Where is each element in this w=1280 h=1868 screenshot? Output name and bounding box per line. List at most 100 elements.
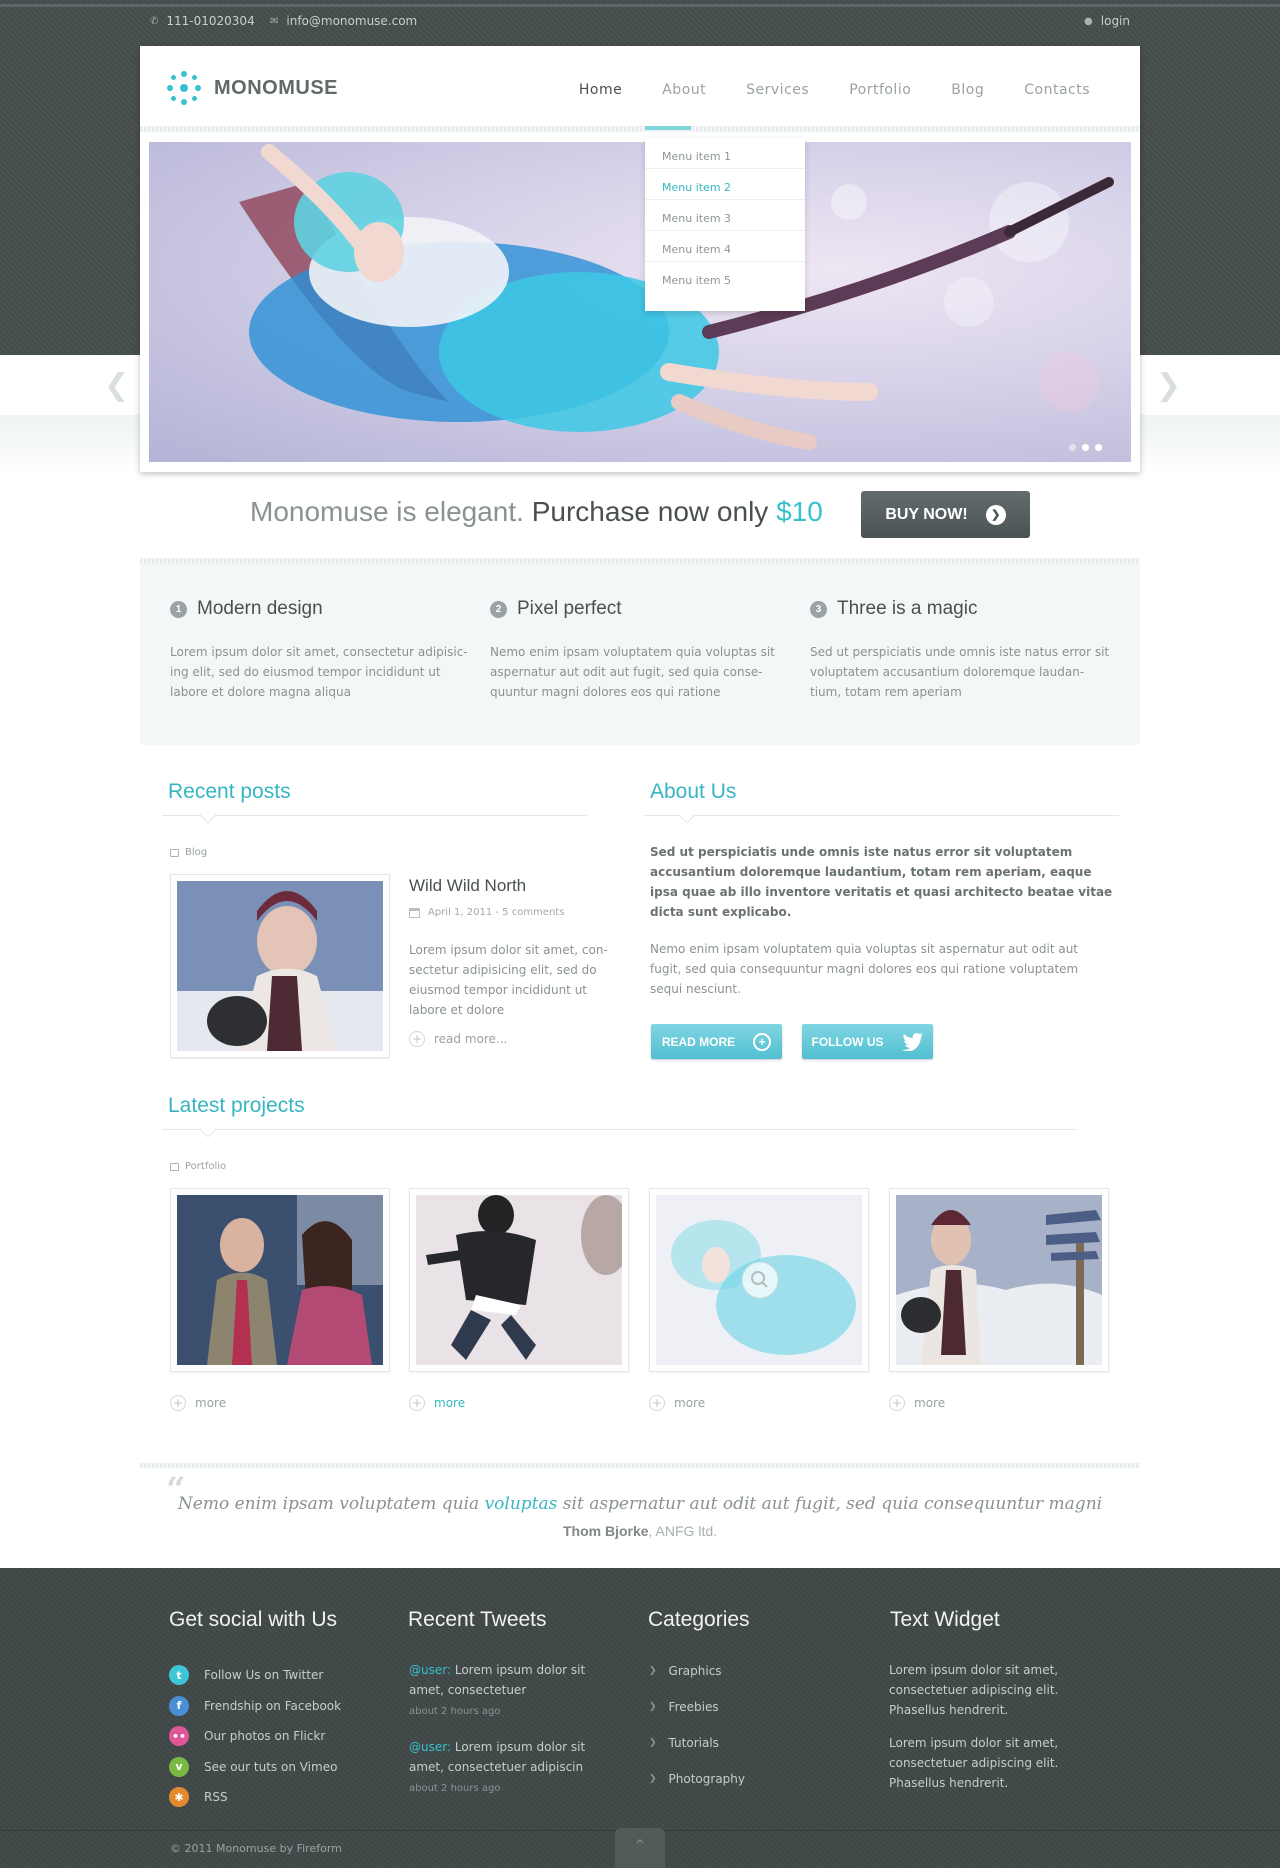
category-tutorials-label[interactable]: Tutorials: [669, 1736, 719, 1750]
chevron-right-icon: ❯: [649, 1702, 657, 1712]
project-more-label-4[interactable]: more: [914, 1396, 945, 1410]
footer-tweets-heading: Recent Tweets: [408, 1608, 547, 1631]
slider-dot-1[interactable]: [1068, 443, 1077, 452]
dropdown-item-4[interactable]: Menu item 4: [645, 231, 805, 262]
logo[interactable]: MONOMUSE: [164, 68, 338, 108]
mail-icon: ✉: [270, 15, 279, 27]
project-thumbnail-1[interactable]: [170, 1188, 390, 1372]
scroll-to-top-button[interactable]: ⌃: [615, 1828, 665, 1868]
follow-us-button[interactable]: FOLLOW US: [802, 1024, 933, 1059]
login-link[interactable]: ● login: [1084, 14, 1130, 28]
promo-text: Monomuse is elegant. Purchase now only $…: [250, 496, 823, 528]
social-rss-label[interactable]: RSS: [204, 1790, 228, 1804]
plus-icon: +: [649, 1395, 665, 1411]
blog-category-label[interactable]: Blog: [170, 847, 207, 858]
project-thumbnail-3[interactable]: [649, 1188, 869, 1372]
project-more-label-2[interactable]: more: [434, 1396, 465, 1410]
footer-social-heading: Get social with Us: [169, 1608, 338, 1631]
footer-categories-heading: Categories: [648, 1608, 750, 1631]
category-freebies[interactable]: ❯ Freebies: [649, 1689, 745, 1725]
social-vimeo[interactable]: v See our tuts on Vimeo: [169, 1752, 341, 1783]
email-info[interactable]: ✉ info@monomuse.com: [270, 14, 417, 28]
blog-category-text[interactable]: Blog: [185, 847, 207, 858]
slider-dot-3[interactable]: [1094, 443, 1103, 452]
project-thumbnail-4[interactable]: [889, 1188, 1109, 1372]
category-photography-label[interactable]: Photography: [669, 1772, 745, 1786]
email-link[interactable]: info@monomuse.com: [286, 14, 417, 28]
post-thumbnail[interactable]: [170, 874, 390, 1058]
buy-now-label: BUY NOW!: [885, 505, 968, 523]
phone-info: ✆ 111-01020304: [150, 14, 255, 28]
feature-text-1: Lorem ipsum dolor sit amet, consectetur …: [170, 645, 468, 699]
feature-text-3: Sed ut perspiciatis unde omnis iste natu…: [810, 645, 1110, 699]
slider-next-arrow[interactable]: ❯: [1156, 368, 1181, 403]
portfolio-category-label[interactable]: Portfolio: [170, 1161, 226, 1172]
plus-icon: +: [889, 1395, 905, 1411]
logo-mark-icon: [164, 68, 204, 108]
quote-highlight[interactable]: voluptas: [485, 1494, 558, 1514]
read-more-label[interactable]: read more...: [434, 1032, 507, 1046]
dropdown-item-2[interactable]: Menu item 2: [645, 169, 805, 200]
post-meta-text: April 1, 2011 - 5 comments: [428, 907, 565, 918]
nav-portfolio[interactable]: Portfolio: [829, 82, 931, 98]
about-lead-text: Sed ut perspiciatis unde omnis iste natu…: [650, 845, 1113, 919]
dropdown-item-3[interactable]: Menu item 3: [645, 200, 805, 231]
quote-divider: [140, 1463, 1140, 1468]
social-vimeo-label[interactable]: See our tuts on Vimeo: [204, 1760, 337, 1774]
about-notch: [678, 806, 696, 824]
project-more-label-1[interactable]: more: [195, 1396, 226, 1410]
project-more-link-3[interactable]: + more: [649, 1395, 705, 1411]
read-more-button[interactable]: READ MORE +: [651, 1024, 782, 1059]
social-flickr[interactable]: •• Our photos on Flickr: [169, 1721, 341, 1752]
logo-text: MONOMUSE: [214, 76, 338, 99]
nav-services[interactable]: Services: [726, 82, 829, 98]
read-more-link[interactable]: + read more...: [409, 1031, 507, 1047]
project-more-label-3[interactable]: more: [674, 1396, 705, 1410]
blog-category-icon: [170, 848, 179, 857]
dropdown-item-5[interactable]: Menu item 5: [645, 262, 805, 293]
nav-about[interactable]: About: [642, 82, 726, 98]
hero-illustration: [239, 144, 1114, 450]
quote-author-name: Thom Bjorke: [562, 1523, 649, 1539]
social-twitter-label[interactable]: Follow Us on Twitter: [204, 1668, 323, 1682]
copyright: © 2011 Monomuse by Fireform: [170, 1842, 342, 1855]
feature-number-3: 3: [810, 600, 827, 618]
buy-now-button[interactable]: BUY NOW! ❯: [861, 491, 1030, 538]
category-freebies-label[interactable]: Freebies: [669, 1700, 719, 1714]
tweet-2-user[interactable]: @user:: [409, 1740, 451, 1754]
category-graphics-label[interactable]: Graphics: [669, 1664, 722, 1678]
category-graphics[interactable]: ❯ Graphics: [649, 1653, 745, 1689]
social-twitter[interactable]: t Follow Us on Twitter: [169, 1660, 341, 1691]
slider-dot-2[interactable]: [1081, 443, 1090, 452]
tweet-1-user[interactable]: @user:: [409, 1663, 451, 1677]
project-more-link-4[interactable]: + more: [889, 1395, 945, 1411]
about-heading: About Us: [650, 780, 737, 803]
dropdown-item-1[interactable]: Menu item 1: [645, 138, 805, 169]
twitter-icon: t: [169, 1665, 189, 1686]
project-image-4: [896, 1195, 1102, 1365]
slider-prev-arrow[interactable]: ❮: [104, 368, 129, 403]
main-nav: Home About Services Portfolio Blog Conta…: [559, 82, 1110, 98]
portfolio-category-text[interactable]: Portfolio: [185, 1161, 226, 1172]
social-rss[interactable]: ✱ RSS: [169, 1782, 341, 1813]
project-more-link-2[interactable]: + more: [409, 1395, 465, 1411]
footer: Get social with Us t Follow Us on Twitte…: [0, 1568, 1280, 1868]
nav-contacts[interactable]: Contacts: [1004, 82, 1110, 98]
login-label[interactable]: login: [1101, 14, 1130, 28]
post-title[interactable]: Wild Wild North: [409, 876, 526, 896]
social-facebook-label[interactable]: Frendship on Facebook: [204, 1699, 341, 1713]
social-facebook[interactable]: f Frendship on Facebook: [169, 1691, 341, 1722]
tweet-1-time: about 2 hours ago: [409, 1706, 501, 1717]
promo-purchase: Purchase now only: [531, 496, 769, 527]
project-thumbnail-2[interactable]: [409, 1188, 631, 1372]
project-more-link-1[interactable]: + more: [170, 1395, 226, 1411]
nav-blog[interactable]: Blog: [931, 82, 1004, 98]
category-photography[interactable]: ❯ Photography: [649, 1761, 745, 1797]
feature-text-2: Nemo enim ipsam voluptatem quia voluptas…: [490, 645, 775, 699]
chevron-up-icon: ⌃: [633, 1836, 647, 1855]
categories-list: ❯ Graphics ❯ Freebies ❯ Tutorials ❯ Photogra…: [649, 1653, 745, 1797]
category-tutorials[interactable]: ❯ Tutorials: [649, 1725, 745, 1761]
tweet-2: @user: Lorem ipsum dolor sit amet, conse…: [409, 1737, 599, 1799]
social-flickr-label[interactable]: Our photos on Flickr: [204, 1729, 325, 1743]
nav-home[interactable]: Home: [559, 82, 642, 98]
